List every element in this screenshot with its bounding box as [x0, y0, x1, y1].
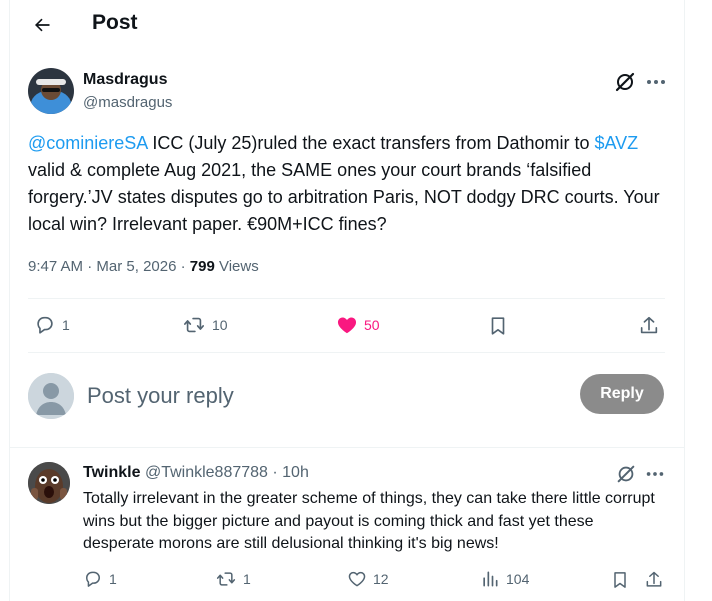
page-title: Post [92, 11, 138, 34]
reply-author-handle[interactable]: @Twinkle887788 [145, 464, 268, 481]
bookmark-action[interactable] [610, 569, 630, 591]
repost-count: 10 [212, 317, 228, 333]
bookmark-action[interactable] [487, 314, 509, 338]
like-count: 12 [373, 571, 389, 587]
divider [28, 298, 665, 299]
reply-input[interactable] [85, 378, 559, 414]
share-icon [646, 571, 662, 587]
author-handle[interactable]: @masdragus [83, 94, 172, 111]
author-avatar[interactable] [28, 68, 74, 114]
reply-author-name[interactable]: Twinkle [83, 464, 141, 481]
grok-icon [615, 72, 635, 92]
views-action[interactable]: 104 [480, 569, 529, 589]
grok-button[interactable] [613, 70, 637, 94]
avatar-image [28, 68, 74, 114]
reply-icon [37, 316, 53, 334]
reply-age[interactable]: 10h [282, 464, 309, 481]
avatar-image [28, 462, 70, 504]
author-name[interactable]: Masdragus [83, 71, 167, 89]
repost-count: 1 [243, 571, 251, 587]
like-action[interactable]: 50 [336, 314, 380, 336]
bookmark-icon [614, 572, 626, 588]
repost-icon [216, 572, 236, 586]
repost-action[interactable]: 10 [182, 314, 228, 336]
views-count: 104 [506, 571, 530, 587]
like-action[interactable]: 12 [347, 569, 389, 589]
reply-action[interactable]: 1 [34, 314, 70, 336]
grok-button[interactable] [615, 463, 637, 485]
cashtag-link[interactable]: $AVZ [594, 133, 638, 153]
repost-icon [184, 317, 204, 333]
reply-count: 1 [109, 571, 117, 587]
divider [28, 352, 665, 353]
post-detail-column: Post Masdragus @masdragus @cominiereSA I… [9, 0, 685, 601]
heart-filled-icon [337, 317, 357, 334]
post-text: @cominiereSA ICC (July 25)ruled the exac… [28, 130, 668, 238]
analytics-icon [483, 571, 498, 587]
my-avatar[interactable] [28, 373, 74, 419]
post-meta: 9:47 AM · Mar 5, 2026 · 799 Views [28, 258, 259, 275]
reply-header: Twinkle @Twinkle887788 · 10h [83, 464, 309, 482]
default-avatar-icon [28, 373, 74, 419]
views-label: Views [214, 258, 259, 275]
arrow-left-icon [35, 18, 50, 32]
share-action[interactable] [644, 569, 664, 591]
post-date[interactable]: Mar 5, 2026 [96, 258, 176, 275]
mention-link[interactable]: @cominiereSA [28, 133, 147, 153]
like-count: 50 [364, 317, 380, 333]
reply-author-avatar[interactable] [28, 462, 70, 504]
more-dots-icon [647, 80, 665, 84]
share-action[interactable] [638, 314, 660, 338]
more-options-button[interactable] [644, 70, 668, 94]
page-header: Post [10, 0, 684, 50]
meta-separator: · [267, 464, 283, 481]
post-text-part1: ICC (July 25)ruled the exact transfers f… [147, 133, 595, 153]
reply-icon [86, 571, 100, 587]
back-button[interactable] [26, 9, 58, 41]
reply-action[interactable]: 1 [83, 569, 117, 589]
heart-icon [348, 571, 366, 587]
reply-text: Totally irrelevant in the greater scheme… [83, 490, 655, 552]
more-options-button[interactable] [644, 463, 666, 485]
post-time[interactable]: 9:47 AM [28, 258, 83, 275]
reply-button[interactable]: Reply [580, 374, 664, 414]
reply-count: 1 [62, 317, 70, 333]
repost-action[interactable]: 1 [215, 569, 251, 589]
more-dots-icon [646, 472, 664, 476]
views-count: 799 [189, 258, 215, 275]
meta-separator: · [83, 258, 97, 275]
meta-separator: · [176, 258, 190, 275]
post-text-part2: valid & complete Aug 2021, the SAME ones… [28, 160, 660, 234]
grok-icon [617, 465, 635, 483]
right-background [684, 0, 712, 601]
bookmark-icon [491, 317, 505, 335]
share-icon [640, 316, 658, 334]
divider [10, 447, 684, 448]
